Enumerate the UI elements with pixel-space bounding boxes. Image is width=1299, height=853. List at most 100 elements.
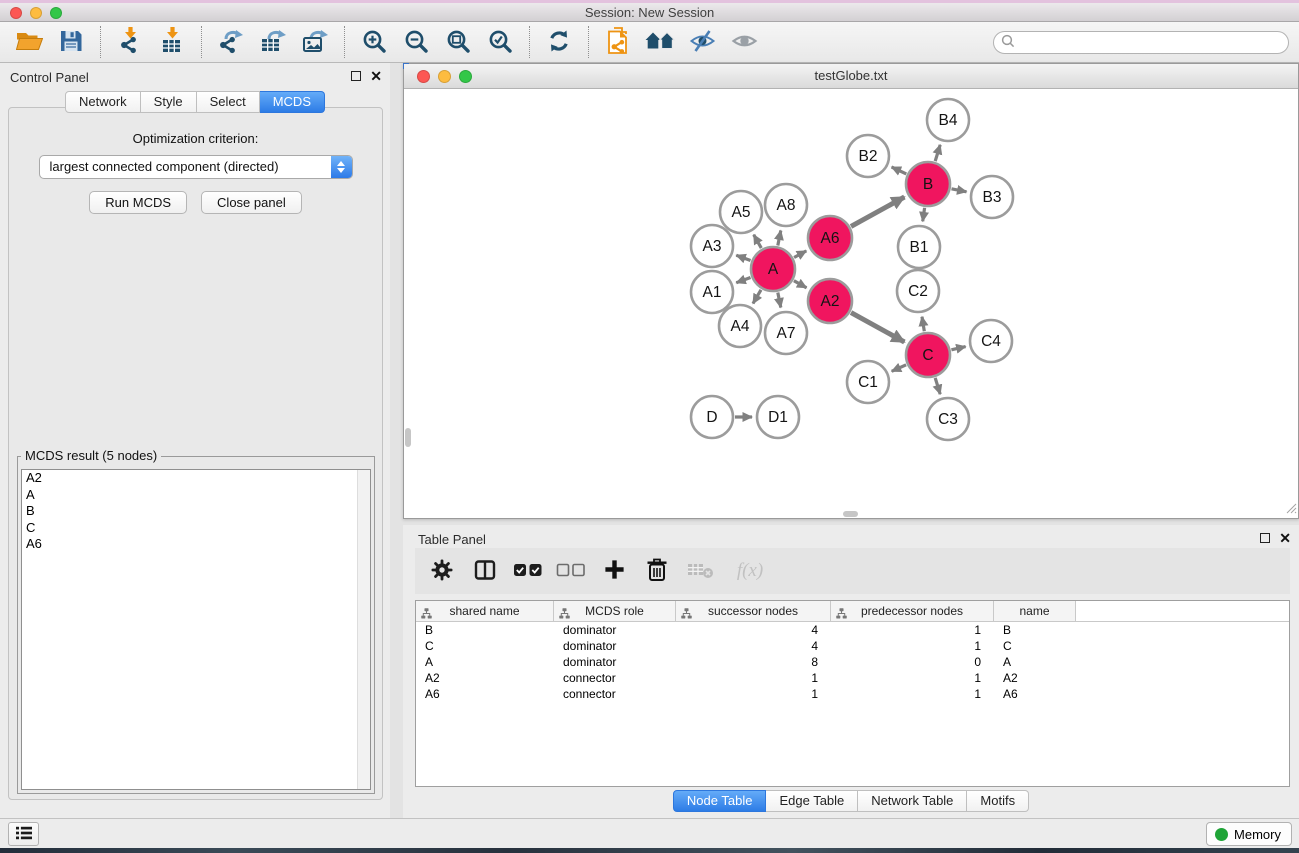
result-list-item[interactable]: C [22,520,370,537]
tab-mcds[interactable]: MCDS [260,91,325,113]
save-session-button[interactable] [50,25,92,59]
network-canvas[interactable]: B4B2BB3A8A5A6A3B1AA1C2A2A4A7C4CC1C3DD1 [405,89,1297,511]
table-cell[interactable]: 4 [676,638,831,654]
import-table-icon [159,27,185,57]
table-cell[interactable]: A6 [416,686,554,702]
open-session-icon [16,29,43,56]
result-list-item[interactable]: A2 [22,470,370,487]
control-panel-float-button[interactable] [351,71,361,81]
zoom-fit-button[interactable] [437,25,479,59]
svg-text:C: C [922,347,933,364]
document-share-button[interactable] [597,25,639,59]
node-table[interactable]: shared nameMCDS rolesuccessor nodesprede… [415,600,1290,787]
table-cell[interactable]: dominator [554,654,676,670]
zoom-out-icon [404,29,428,56]
network-graph[interactable]: B4B2BB3A8A5A6A3B1AA1C2A2A4A7C4CC1C3DD1 [405,89,1297,511]
column-header-shared-name[interactable]: shared name [416,601,554,621]
tab-style[interactable]: Style [141,91,197,113]
svg-text:A2: A2 [821,293,840,310]
column-header-predecessor-nodes[interactable]: predecessor nodes [831,601,994,621]
export-table-button[interactable] [252,25,294,59]
table-cell[interactable]: 1 [676,670,831,686]
run-mcds-button[interactable]: Run MCDS [89,191,187,214]
search-input[interactable] [1015,32,1288,53]
table-row[interactable]: A2connector11A2 [416,670,1289,686]
column-header-successor-nodes[interactable]: successor nodes [676,601,831,621]
control-panel-title: Control Panel [10,70,89,85]
refresh-button[interactable] [538,25,580,59]
memory-status-icon [1215,828,1228,841]
export-image-button[interactable] [294,25,336,59]
resize-grip-icon[interactable] [1283,500,1297,517]
column-header-name[interactable]: name [994,601,1076,621]
table-cell[interactable]: dominator [554,638,676,654]
table-cell[interactable]: 1 [831,670,994,686]
table-cell[interactable]: connector [554,686,676,702]
criterion-select[interactable]: largest connected component (directed) [39,155,353,179]
table-row[interactable]: A6connector11A6 [416,686,1289,702]
table-panel-float-button[interactable] [1260,533,1270,543]
tab-motifs[interactable]: Motifs [967,790,1029,812]
table-cell[interactable]: 1 [831,638,994,654]
table-cell[interactable]: 1 [831,622,994,638]
table-cell[interactable]: C [994,638,1076,654]
tab-network-table[interactable]: Network Table [858,790,967,812]
zoom-in-button[interactable] [353,25,395,59]
table-cell[interactable]: 0 [831,654,994,670]
import-network-button[interactable] [109,25,151,59]
table-cell[interactable]: A6 [994,686,1076,702]
eye-slash-button[interactable] [681,25,723,59]
table-row[interactable]: Bdominator41B [416,622,1289,638]
column-header-MCDS-role[interactable]: MCDS role [554,601,676,621]
table-cell[interactable]: 1 [676,686,831,702]
tab-select[interactable]: Select [197,91,260,113]
zoom-out-button[interactable] [395,25,437,59]
table-cell[interactable]: A [416,654,554,670]
table-cell[interactable]: C [416,638,554,654]
table-row[interactable]: Cdominator41C [416,638,1289,654]
table-cell[interactable]: B [416,622,554,638]
table-panel-close-button[interactable]: ✕ [1279,533,1291,543]
control-panel-close-button[interactable]: ✕ [370,71,382,81]
canvas-vertical-scrollbar[interactable] [405,428,411,447]
table-row[interactable]: Adominator80A [416,654,1289,670]
svg-text:B4: B4 [939,112,958,129]
double-house-button[interactable] [639,25,681,59]
memory-button[interactable]: Memory [1206,822,1292,846]
zoom-selected-button[interactable] [479,25,521,59]
table-cell[interactable]: B [994,622,1076,638]
table-cell[interactable]: connector [554,670,676,686]
gear-button[interactable] [427,555,457,587]
trash-button[interactable] [642,555,672,587]
result-list-item[interactable]: A6 [22,536,370,553]
tab-edge-table[interactable]: Edge Table [766,790,858,812]
mcds-result-list[interactable]: A2ABCA6 [21,469,371,790]
import-table-button[interactable] [151,25,193,59]
search-field[interactable] [993,31,1289,54]
desktop-background [0,848,1299,853]
task-history-button[interactable] [8,822,39,846]
table-cell[interactable]: 4 [676,622,831,638]
table-cell[interactable]: A [994,654,1076,670]
columns-button[interactable] [470,555,500,587]
table-cell[interactable]: A2 [416,670,554,686]
svg-text:B: B [923,176,933,193]
close-panel-button[interactable]: Close panel [201,191,302,214]
plus-button[interactable] [599,555,629,587]
select-all-button[interactable] [513,555,543,587]
table-cell[interactable]: dominator [554,622,676,638]
canvas-horizontal-scrollbar[interactable] [843,511,858,517]
table-cell[interactable]: A2 [994,670,1076,686]
tab-node-table[interactable]: Node Table [673,790,767,812]
result-list-item[interactable]: B [22,503,370,520]
open-session-button[interactable] [8,25,50,59]
export-network-button[interactable] [210,25,252,59]
result-list-item[interactable]: A [22,487,370,504]
tab-network[interactable]: Network [65,91,141,113]
table-cell[interactable]: 1 [831,686,994,702]
result-list-scrollbar[interactable] [357,470,370,789]
table-cell[interactable]: 8 [676,654,831,670]
eye-button[interactable] [723,25,765,59]
deselect-all-button[interactable] [556,555,586,587]
toolbar-separator [529,26,530,58]
